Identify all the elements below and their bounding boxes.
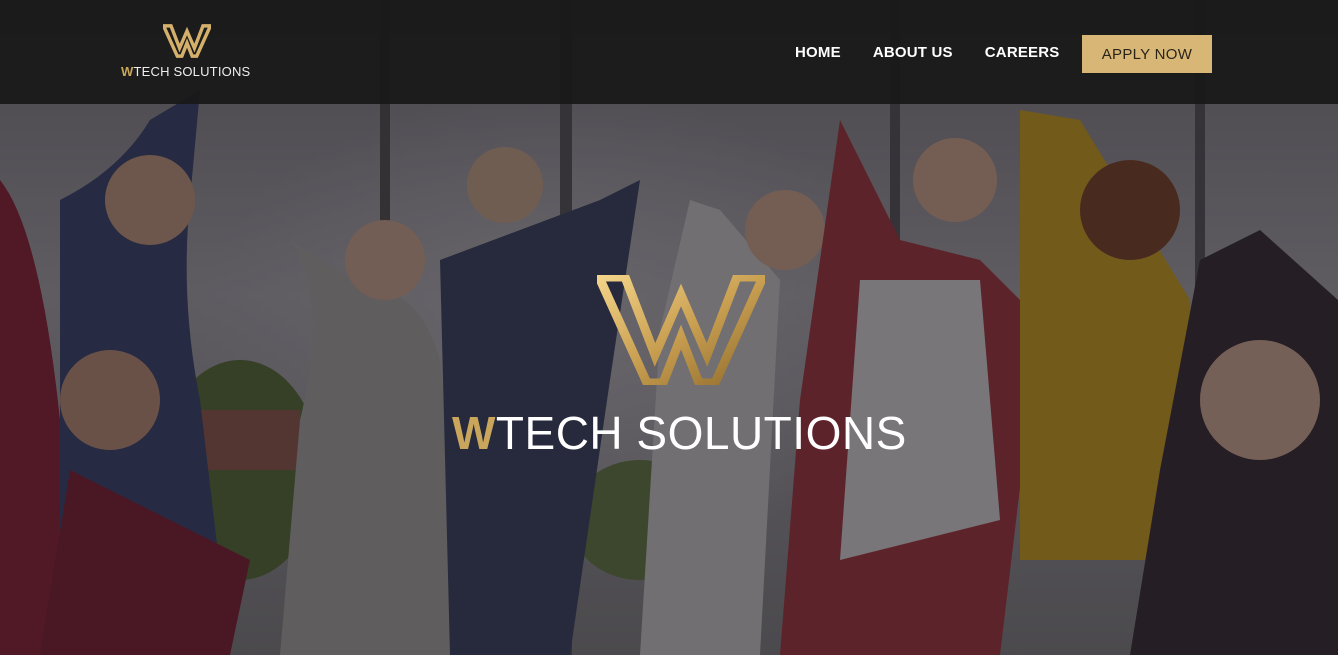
- brand-name: WTECH SOLUTIONS: [121, 64, 261, 79]
- brand-logo-link[interactable]: WTECH SOLUTIONS: [121, 24, 253, 82]
- nav-link-home[interactable]: HOME: [795, 44, 841, 61]
- w-monogram-icon: [163, 24, 211, 58]
- top-navigation-bar: WTECH SOLUTIONS HOME ABOUT US CAREERS AP…: [0, 0, 1338, 104]
- main-nav: HOME ABOUT US CAREERS: [795, 44, 1060, 61]
- brand-name-rest: TECH SOLUTIONS: [133, 64, 251, 79]
- nav-link-careers[interactable]: CAREERS: [985, 44, 1060, 61]
- hero-w-monogram-icon: [597, 275, 765, 385]
- hero-title: WTECH SOLUTIONS: [452, 406, 922, 460]
- apply-now-button[interactable]: APPLY NOW: [1082, 35, 1212, 73]
- hero-title-rest: TECH SOLUTIONS: [495, 407, 907, 459]
- hero-title-initial: W: [452, 407, 496, 459]
- nav-link-about-us[interactable]: ABOUT US: [873, 44, 953, 61]
- brand-initial: W: [121, 64, 134, 79]
